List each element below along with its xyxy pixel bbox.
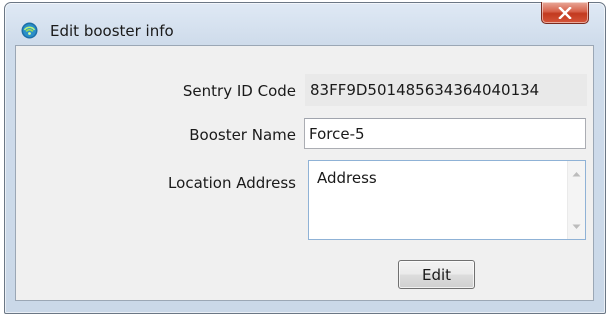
close-button[interactable]: [541, 2, 589, 24]
sentry-id-value: 83FF9D501485634364040134: [305, 74, 587, 106]
booster-name-label: Booster Name: [189, 126, 296, 144]
title-bar[interactable]: Edit booster info: [5, 2, 605, 43]
edit-booster-dialog: Edit booster info Sentry ID Code 83FF9D5…: [4, 2, 606, 314]
dialog-content: Sentry ID Code 83FF9D501485634364040134 …: [15, 45, 594, 301]
edit-button[interactable]: Edit: [398, 260, 475, 289]
scroll-up-arrow-icon[interactable]: [568, 165, 585, 182]
scroll-down-arrow-icon[interactable]: [568, 218, 585, 235]
booster-name-input[interactable]: [304, 118, 586, 149]
wireless-signal-icon: [21, 22, 38, 39]
window-title: Edit booster info: [50, 22, 174, 40]
location-address-field[interactable]: Address: [308, 160, 586, 240]
sentry-id-label: Sentry ID Code: [182, 82, 296, 100]
location-address-label: Location Address: [168, 174, 296, 192]
location-address-input[interactable]: Address: [309, 161, 566, 239]
vertical-scrollbar[interactable]: [567, 161, 585, 239]
close-x-icon: [558, 6, 572, 19]
